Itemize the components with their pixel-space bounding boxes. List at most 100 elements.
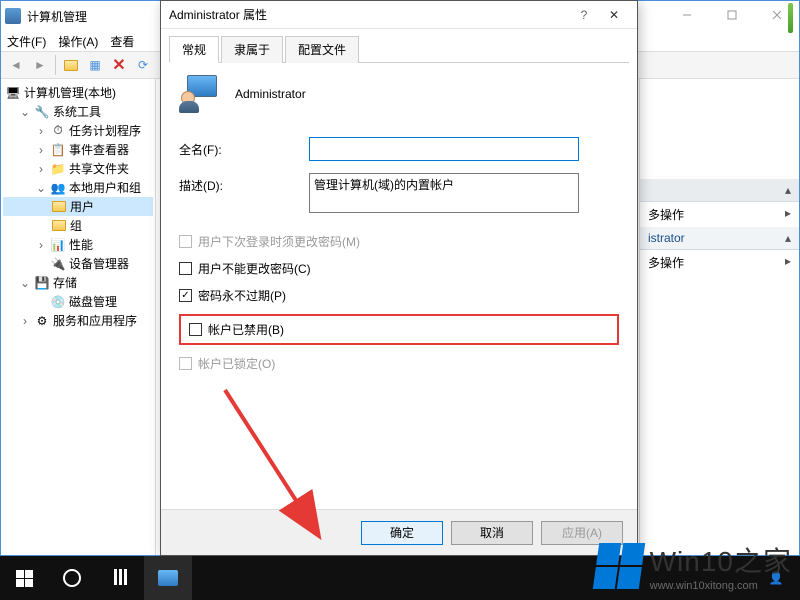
- forward-icon: ►: [29, 54, 51, 76]
- tree-users[interactable]: 用户: [3, 197, 153, 216]
- expand-icon[interactable]: ›: [35, 239, 47, 251]
- checkbox-checked-icon[interactable]: ✓: [179, 289, 192, 302]
- check-locked: 帐户已锁定(O): [179, 355, 619, 372]
- storage-icon: 💾: [34, 275, 50, 291]
- username-label: Administrator: [235, 87, 306, 101]
- properties-icon[interactable]: ▦: [84, 54, 106, 76]
- services-icon: ⚙: [34, 313, 50, 329]
- indicator-icon: [788, 3, 793, 33]
- action-header: ▴: [640, 179, 799, 202]
- actions-panel: ▴ 多操作▸ istrator▴ 多操作▸: [639, 79, 799, 555]
- check-never-expire[interactable]: ✓ 密码永不过期(P): [179, 287, 619, 304]
- checkbox-icon[interactable]: [189, 323, 202, 336]
- expand-icon[interactable]: ›: [35, 144, 47, 156]
- tree-devmgr[interactable]: 🔌设备管理器: [3, 254, 153, 273]
- tab-general[interactable]: 常规: [169, 36, 219, 63]
- event-icon: 📋: [50, 142, 66, 158]
- admin-properties-dialog: Administrator 属性 ? ✕ 常规 隶属于 配置文件 Adminis…: [160, 0, 638, 556]
- computer-icon: 🖥: [5, 85, 21, 101]
- tree-diskmgmt[interactable]: 💿磁盘管理: [3, 292, 153, 311]
- collapse-icon[interactable]: ▴: [785, 183, 791, 197]
- help-button[interactable]: ?: [569, 8, 599, 22]
- checkbox-icon: [179, 235, 192, 248]
- ok-button[interactable]: 确定: [361, 521, 443, 545]
- fullname-label: 全名(F):: [179, 137, 309, 158]
- tree-services[interactable]: ›⚙服务和应用程序: [3, 311, 153, 330]
- minimize-button[interactable]: [664, 1, 709, 29]
- cortana-icon: [63, 569, 81, 587]
- chevron-right-icon: ▸: [785, 254, 791, 271]
- check-cannot-change[interactable]: 用户不能更改密码(C): [179, 260, 619, 277]
- tree-event[interactable]: ›📋事件查看器: [3, 140, 153, 159]
- device-icon: 🔌: [50, 256, 66, 272]
- tree-root[interactable]: 🖥计算机管理(本地): [3, 83, 153, 102]
- action-more1[interactable]: 多操作▸: [640, 202, 799, 227]
- action-more2[interactable]: 多操作▸: [640, 250, 799, 275]
- separator: [55, 55, 56, 75]
- back-icon: ◄: [5, 54, 27, 76]
- menu-file[interactable]: 文件(F): [7, 33, 46, 50]
- dialog-close-button[interactable]: ✕: [599, 8, 629, 22]
- start-button[interactable]: [0, 556, 48, 600]
- user-icon: [179, 75, 217, 113]
- tab-profile[interactable]: 配置文件: [285, 36, 359, 63]
- clock-icon: ⏱: [50, 123, 66, 139]
- dialog-titlebar: Administrator 属性 ? ✕: [161, 1, 637, 29]
- tree-localusers[interactable]: ⌄👥本地用户和组: [3, 178, 153, 197]
- action-admin-header: istrator▴: [640, 227, 799, 250]
- tab-memberof[interactable]: 隶属于: [221, 36, 283, 63]
- folder-icon[interactable]: [60, 54, 82, 76]
- highlight-annotation: 帐户已禁用(B): [179, 314, 619, 345]
- menu-view[interactable]: 查看: [110, 33, 134, 50]
- expand-icon[interactable]: ›: [19, 315, 31, 327]
- tree-task[interactable]: ›⏱任务计划程序: [3, 121, 153, 140]
- app-icon: [158, 570, 178, 586]
- tab-strip: 常规 隶属于 配置文件: [169, 35, 629, 63]
- collapse-icon[interactable]: ⌄: [19, 106, 31, 118]
- description-input[interactable]: 管理计算机(域)的内置帐户: [309, 173, 579, 213]
- tree-shared[interactable]: ›📁共享文件夹: [3, 159, 153, 178]
- fullname-input[interactable]: [309, 137, 579, 161]
- watermark-url: www.win10xitong.com: [650, 580, 792, 592]
- share-icon: 📁: [50, 161, 66, 177]
- taskview-icon: [113, 569, 128, 588]
- windows-icon: [16, 570, 33, 587]
- tree-panel: 🖥计算机管理(本地) ⌄🔧系统工具 ›⏱任务计划程序 ›📋事件查看器 ›📁共享文…: [1, 79, 156, 555]
- tree-perf[interactable]: ›📊性能: [3, 235, 153, 254]
- tree-storage[interactable]: ⌄💾存储: [3, 273, 153, 292]
- menu-action[interactable]: 操作(A): [58, 33, 98, 50]
- dialog-buttons: 确定 取消 应用(A): [161, 509, 637, 555]
- tools-icon: 🔧: [34, 104, 50, 120]
- collapse-icon[interactable]: ⌄: [35, 182, 47, 194]
- dialog-content: Administrator 全名(F): 描述(D): 管理计算机(域)的内置帐…: [161, 63, 637, 384]
- maximize-button[interactable]: [709, 1, 754, 29]
- perf-icon: 📊: [50, 237, 66, 253]
- checkbox-icon[interactable]: [179, 262, 192, 275]
- refresh-icon[interactable]: ⟳: [132, 54, 154, 76]
- collapse-icon[interactable]: ⌄: [19, 277, 31, 289]
- delete-icon[interactable]: ✕: [108, 54, 130, 76]
- tree-groups[interactable]: 组: [3, 216, 153, 235]
- taskview-button[interactable]: [96, 556, 144, 600]
- windows-logo-icon: [592, 543, 644, 589]
- watermark: Win10之家 www.win10xitong.com: [596, 540, 792, 592]
- folder-icon: [51, 218, 67, 234]
- tree-systools[interactable]: ⌄🔧系统工具: [3, 102, 153, 121]
- collapse-icon[interactable]: ▴: [785, 231, 791, 245]
- checkbox-icon: [179, 357, 192, 370]
- app-icon: [5, 8, 21, 24]
- folder-icon: [51, 199, 67, 215]
- check-account-disabled[interactable]: 帐户已禁用(B): [189, 321, 284, 338]
- expand-icon[interactable]: ›: [35, 125, 47, 137]
- taskbar-app[interactable]: [144, 556, 192, 600]
- users-icon: 👥: [50, 180, 66, 196]
- cortana-button[interactable]: [48, 556, 96, 600]
- cancel-button[interactable]: 取消: [451, 521, 533, 545]
- expand-icon[interactable]: ›: [35, 163, 47, 175]
- check-must-change: 用户下次登录时须更改密码(M): [179, 233, 619, 250]
- dialog-title: Administrator 属性: [169, 6, 569, 23]
- description-label: 描述(D):: [179, 173, 309, 194]
- disk-icon: 💿: [50, 294, 66, 310]
- watermark-brand: Win10之家: [650, 540, 792, 580]
- chevron-right-icon: ▸: [785, 206, 791, 223]
